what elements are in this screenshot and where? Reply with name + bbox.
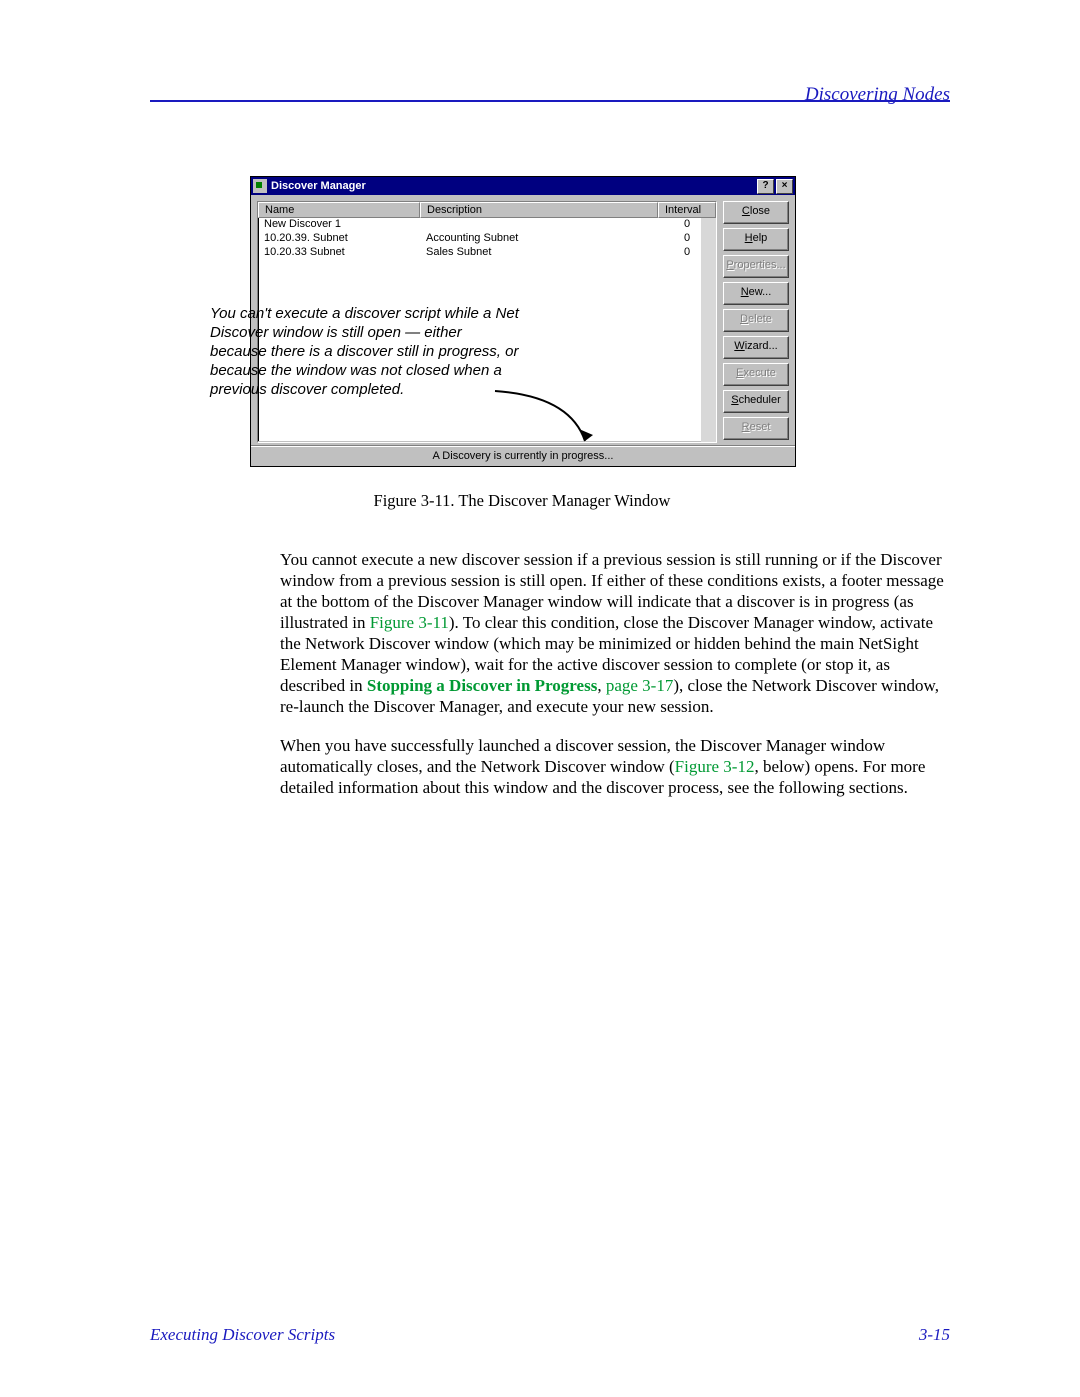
new-button[interactable]: New... xyxy=(723,282,789,305)
figure-ref-link[interactable]: Figure 3-12 xyxy=(675,757,755,776)
help-button[interactable]: ? xyxy=(757,179,774,194)
figure-ref-link[interactable]: Figure 3-11 xyxy=(370,613,449,632)
help-button2[interactable]: Help xyxy=(723,228,789,251)
list-item[interactable]: 10.20.39. Subnet Accounting Subnet 0 xyxy=(258,232,716,246)
page-ref-link[interactable]: page 3-17 xyxy=(606,676,674,695)
body-text: You cannot execute a new discover sessio… xyxy=(280,549,950,798)
list-header: Name Description Interval xyxy=(258,202,716,218)
col-name[interactable]: Name xyxy=(258,202,420,218)
titlebar[interactable]: Discover Manager ? × xyxy=(251,177,795,195)
reset-button: Reset xyxy=(723,417,789,440)
paragraph-2: When you have successfully launched a di… xyxy=(280,735,950,798)
header-title: Discovering Nodes xyxy=(805,84,950,105)
window-title: Discover Manager xyxy=(271,180,366,192)
page: Discovering Nodes Discover Manager ? × N… xyxy=(0,0,1080,1397)
app-icon xyxy=(253,179,267,193)
scheduler-button[interactable]: Scheduler xyxy=(723,390,789,413)
execute-button: Execute xyxy=(723,363,789,386)
wizard-button[interactable]: Wizard... xyxy=(723,336,789,359)
annotation-text: You can't execute a discover script whil… xyxy=(210,304,520,399)
delete-button: Delete xyxy=(723,309,789,332)
figure-caption: Figure 3-11. The Discover Manager Window xyxy=(250,491,794,511)
status-bar: A Discovery is currently in progress... xyxy=(251,445,795,466)
button-column: Close Help Properties... New... Delete W… xyxy=(723,201,789,443)
col-description[interactable]: Description xyxy=(420,202,658,218)
running-header: Discovering Nodes xyxy=(150,84,950,98)
page-footer: Executing Discover Scripts 3-15 xyxy=(150,1325,950,1345)
vertical-scrollbar[interactable] xyxy=(701,218,716,442)
footer-section: Executing Discover Scripts xyxy=(150,1325,335,1345)
close-icon[interactable]: × xyxy=(776,179,793,194)
list-item[interactable]: 10.20.33 Subnet Sales Subnet 0 xyxy=(258,246,716,260)
close-button[interactable]: Close xyxy=(723,201,789,224)
list-item[interactable]: New Discover 1 0 xyxy=(258,218,716,232)
properties-button: Properties... xyxy=(723,255,789,278)
figure-wrap: Discover Manager ? × Name Description In… xyxy=(250,176,794,467)
col-interval[interactable]: Interval xyxy=(658,202,716,218)
page-number: 3-15 xyxy=(919,1325,950,1345)
paragraph-1: You cannot execute a new discover sessio… xyxy=(280,549,950,717)
cross-ref-link[interactable]: Stopping a Discover in Progress xyxy=(367,676,597,695)
